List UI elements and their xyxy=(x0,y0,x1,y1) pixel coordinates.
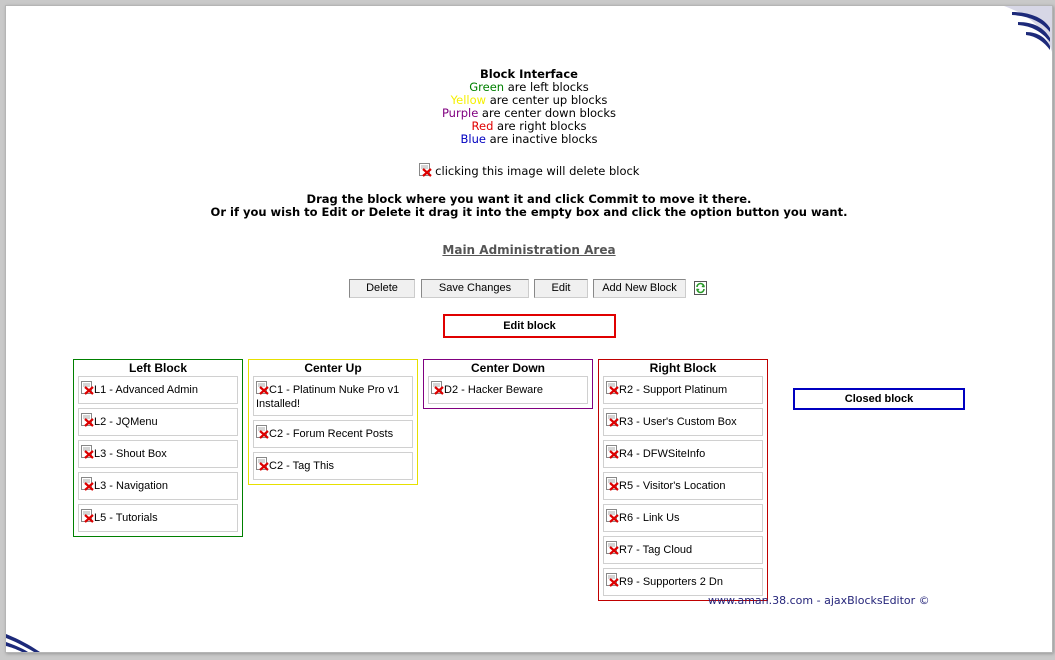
edit-button[interactable]: Edit xyxy=(534,279,588,298)
block-item[interactable]: R4 - DFWSiteInfo xyxy=(603,440,763,468)
legend-color-word: Green xyxy=(469,80,505,94)
page-frame: Block Interface Green are left blocks Ye… xyxy=(5,5,1053,653)
delete-block-icon[interactable] xyxy=(606,381,619,396)
corner-swoosh-decoration xyxy=(1004,6,1052,52)
center-down-title: Center Down xyxy=(470,361,545,375)
edit-block-label: Edit block xyxy=(503,320,556,332)
block-item-label: L3 - Shout Box xyxy=(94,448,167,460)
center-up-title: Center Up xyxy=(304,361,362,375)
delete-block-icon[interactable] xyxy=(81,509,94,524)
delete-block-icon[interactable] xyxy=(81,477,94,492)
legend-line-blue: Blue are inactive blocks xyxy=(6,133,1052,146)
block-item-label: R6 - Link Us xyxy=(619,512,680,524)
block-item[interactable]: L3 - Navigation xyxy=(78,472,238,500)
block-item-label: C2 - Forum Recent Posts xyxy=(269,428,394,440)
delete-block-icon[interactable] xyxy=(256,425,269,440)
legend-text: are center up blocks xyxy=(486,93,608,107)
delete-block-icon[interactable] xyxy=(606,541,619,556)
refresh-icon[interactable] xyxy=(694,281,707,295)
save-changes-button[interactable]: Save Changes xyxy=(421,279,529,298)
closed-block-dropzone[interactable]: Closed block xyxy=(793,388,965,410)
delete-block-icon[interactable] xyxy=(606,413,619,428)
main-administration-link[interactable]: Main Administration Area xyxy=(6,243,1052,257)
block-item[interactable]: R2 - Support Platinum xyxy=(603,376,763,404)
closed-block-label: Closed block xyxy=(844,393,914,405)
delete-hint-text: clicking this image will delete block xyxy=(431,164,640,178)
legend-color-word: Red xyxy=(471,119,494,133)
delete-block-icon[interactable] xyxy=(606,477,619,492)
left-block-zone[interactable]: Left Block L1 - Advanced Admin L2 - JQMen… xyxy=(73,359,243,537)
delete-block-icon[interactable] xyxy=(606,509,619,524)
block-item-label: C2 - Tag This xyxy=(269,460,335,472)
block-item-label: C1 - Platinum Nuke Pro v1 Installed! xyxy=(256,384,400,410)
legend-text: are center down blocks xyxy=(478,106,617,120)
edit-block-dropzone[interactable]: Edit block xyxy=(443,314,616,338)
center-down-list: D2 - Hacker Beware xyxy=(424,376,592,404)
block-item-label: R5 - Visitor's Location xyxy=(619,480,726,492)
block-item-label: L1 - Advanced Admin xyxy=(94,384,198,396)
block-item[interactable]: D2 - Hacker Beware xyxy=(428,376,588,404)
footer-credit[interactable]: www.aman.38.com - ajaxBlocksEditor © xyxy=(708,594,930,607)
delete-button[interactable]: Delete xyxy=(349,279,415,298)
block-item[interactable]: C2 - Tag This xyxy=(253,452,413,480)
corner-swoosh-decoration-bottom xyxy=(6,634,40,652)
delete-block-icon[interactable] xyxy=(606,573,619,588)
left-block-title: Left Block xyxy=(128,361,187,375)
legend-text: are left blocks xyxy=(504,80,589,94)
block-item-label: L2 - JQMenu xyxy=(94,416,158,428)
block-item-label: L3 - Navigation xyxy=(94,480,168,492)
instruction-line-2: Or if you wish to Edit or Delete it drag… xyxy=(210,205,848,219)
block-item-label: R3 - User's Custom Box xyxy=(619,416,737,428)
block-item-label: R2 - Support Platinum xyxy=(619,384,728,396)
block-item[interactable]: C2 - Forum Recent Posts xyxy=(253,420,413,448)
right-block-zone[interactable]: Right Block R2 - Support Platinum R3 - Us… xyxy=(598,359,768,601)
delete-block-icon xyxy=(418,163,432,177)
delete-hint: clicking this image will delete block xyxy=(6,163,1052,178)
block-item[interactable]: R3 - User's Custom Box xyxy=(603,408,763,436)
right-block-list: R2 - Support Platinum R3 - User's Custom … xyxy=(599,376,767,596)
block-item[interactable]: L1 - Advanced Admin xyxy=(78,376,238,404)
delete-block-icon[interactable] xyxy=(431,381,444,396)
legend-color-word: Purple xyxy=(441,106,479,120)
block-item[interactable]: R5 - Visitor's Location xyxy=(603,472,763,500)
delete-block-icon[interactable] xyxy=(256,457,269,472)
delete-block-icon[interactable] xyxy=(606,445,619,460)
delete-block-icon[interactable] xyxy=(81,445,94,460)
legend-text: are inactive blocks xyxy=(485,132,598,146)
block-item[interactable]: R9 - Supporters 2 Dn xyxy=(603,568,763,596)
block-item[interactable]: L3 - Shout Box xyxy=(78,440,238,468)
block-item[interactable]: R6 - Link Us xyxy=(603,504,763,532)
delete-block-icon[interactable] xyxy=(81,381,94,396)
legend-color-word: Blue xyxy=(460,132,486,146)
center-up-zone[interactable]: Center Up C1 - Platinum Nuke Pro v1 Inst… xyxy=(248,359,418,485)
center-up-list: C1 - Platinum Nuke Pro v1 Installed! C2 -… xyxy=(249,376,417,480)
block-item[interactable]: L5 - Tutorials xyxy=(78,504,238,532)
right-block-title: Right Block xyxy=(649,361,717,375)
block-item[interactable]: L2 - JQMenu xyxy=(78,408,238,436)
block-item-label: D2 - Hacker Beware xyxy=(444,384,544,396)
block-item-label: R7 - Tag Cloud xyxy=(619,544,693,556)
block-item-label: R9 - Supporters 2 Dn xyxy=(619,576,723,588)
delete-block-icon[interactable] xyxy=(256,381,269,396)
legend-color-word: Yellow xyxy=(450,93,487,107)
block-item-label: R4 - DFWSiteInfo xyxy=(619,448,706,460)
left-block-list: L1 - Advanced Admin L2 - JQMenu L3 - Shout… xyxy=(74,376,242,532)
legend: Block Interface Green are left blocks Ye… xyxy=(6,68,1052,146)
add-new-block-button[interactable]: Add New Block xyxy=(593,279,686,298)
block-item[interactable]: C1 - Platinum Nuke Pro v1 Installed! xyxy=(253,376,413,416)
block-item-label: L5 - Tutorials xyxy=(94,512,158,524)
delete-block-icon[interactable] xyxy=(81,413,94,428)
center-down-zone[interactable]: Center Down D2 - Hacker Beware xyxy=(423,359,593,409)
block-item[interactable]: R7 - Tag Cloud xyxy=(603,536,763,564)
legend-text: are right blocks xyxy=(493,119,587,133)
